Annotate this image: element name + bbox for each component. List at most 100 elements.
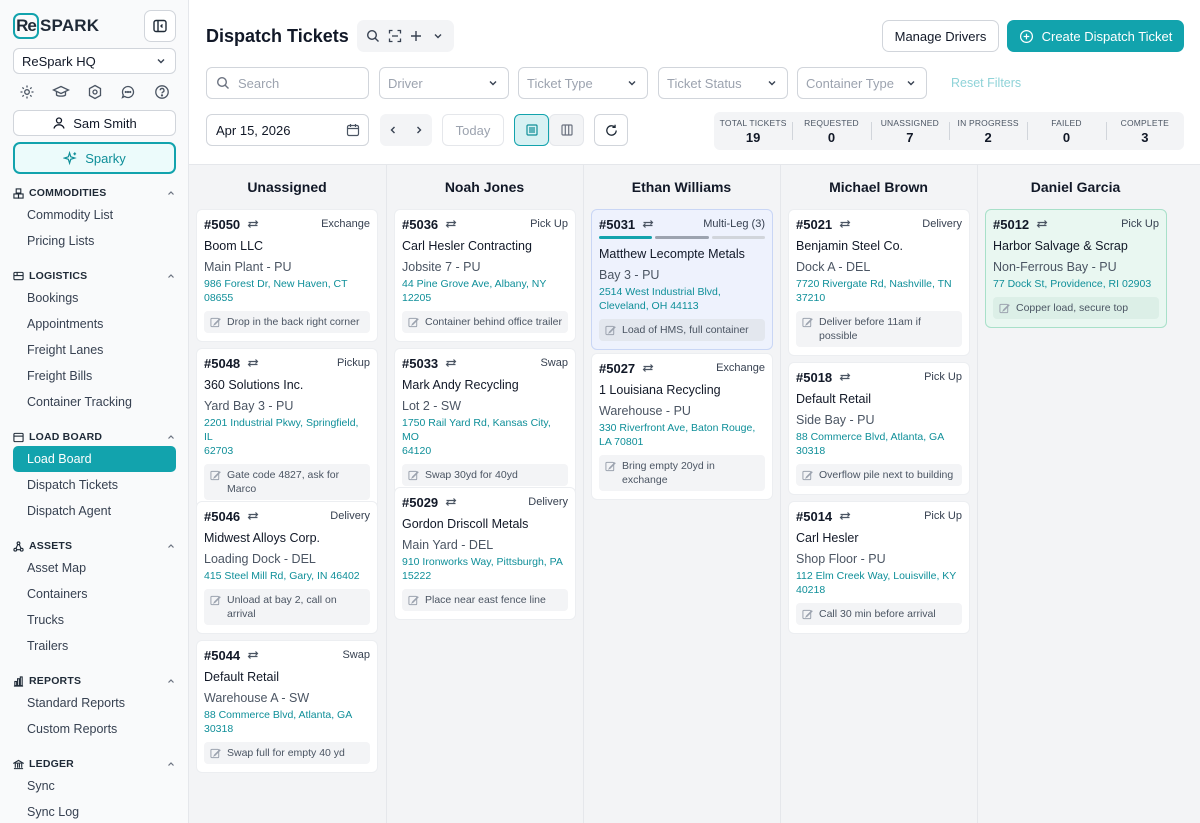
edit-note-icon <box>408 317 419 328</box>
dispatch-ticket-card[interactable]: #5036 Pick Up Carl Hesler Contracting Jo… <box>394 209 576 342</box>
card-header: #5050 Exchange <box>204 217 370 232</box>
site-address[interactable]: 986 Forest Dr, New Haven, CT 08655 <box>204 277 370 305</box>
nav-section-commodities[interactable]: COMMODITIES <box>13 184 176 202</box>
customer-name: Default Retail <box>796 392 872 406</box>
gear-icon[interactable] <box>18 81 36 103</box>
dispatch-ticket-card[interactable]: #5012 Pick Up Harbor Salvage & Scrap Non… <box>985 209 1167 328</box>
site-address[interactable]: 88 Commerce Blvd, Atlanta, GA 30318 <box>204 708 370 736</box>
nav-item-standard-reports[interactable]: Standard Reports <box>13 690 176 716</box>
next-day-button[interactable] <box>413 124 425 136</box>
nav-item-freight-bills[interactable]: Freight Bills <box>13 363 176 389</box>
dispatch-ticket-card[interactable]: #5046 Delivery Midwest Alloys Corp. Load… <box>196 501 378 634</box>
site-address[interactable]: 415 Steel Mill Rd, Gary, IN 46402 <box>204 569 370 583</box>
nav-item-sync-log[interactable]: Sync Log <box>13 799 176 823</box>
nav-item-load-board[interactable]: Load Board <box>13 446 176 472</box>
address-line: 30318 <box>796 445 826 457</box>
scan-icon[interactable] <box>386 27 404 45</box>
user-profile-button[interactable]: Sam Smith <box>13 110 176 136</box>
dispatch-ticket-card[interactable]: #5027 Exchange 1 Louisiana Recycling War… <box>591 353 773 500</box>
site-address[interactable]: 1750 Rail Yard Rd, Kansas City, MO 64120 <box>402 416 568 458</box>
address-line: 986 Forest Dr, New Haven, CT <box>204 278 348 290</box>
nav-section-reports[interactable]: REPORTS <box>13 672 176 690</box>
edit-note-icon <box>210 317 221 328</box>
site-address[interactable]: 2201 Industrial Pkwy, Springfield, IL 627… <box>204 416 370 458</box>
ticket-type-filter-select[interactable]: Ticket Type <box>518 67 648 99</box>
site-address[interactable]: 7720 Rivergate Rd, Nashville, TN 37210 <box>796 277 962 305</box>
organization-select[interactable]: ReSpark HQ <box>13 48 176 74</box>
nav-item-dispatch-tickets[interactable]: Dispatch Tickets <box>13 472 176 498</box>
dispatch-ticket-card[interactable]: #5033 Swap Mark Andy Recycling Lot 2 - S… <box>394 348 576 495</box>
nav-item-asset-map[interactable]: Asset Map <box>13 555 176 581</box>
manage-drivers-button[interactable]: Manage Drivers <box>882 20 999 52</box>
note-line: Marco <box>227 483 257 495</box>
nav-item-trucks[interactable]: Trucks <box>13 607 176 633</box>
nav-item-containers[interactable]: Containers <box>13 581 176 607</box>
nav-section-ledger[interactable]: LEDGER <box>13 755 176 773</box>
search-input[interactable]: Search <box>206 67 369 99</box>
nav-item-sync[interactable]: Sync <box>13 773 176 799</box>
main-navigation: COMMODITIES Commodity List Pricing Lists… <box>13 184 176 823</box>
logo[interactable]: Re SPARK <box>13 13 99 39</box>
dispatch-ticket-card[interactable]: #5048 Pickup 360 Solutions Inc. Yard Bay… <box>196 348 378 509</box>
site-address[interactable]: 2514 West Industrial Blvd, Cleveland, OH … <box>599 285 765 313</box>
nav-item-commodity-list[interactable]: Commodity List <box>13 202 176 228</box>
site-location: Lot 2 - SW <box>402 399 462 413</box>
ticket-type: Pick Up <box>924 510 962 522</box>
nav-section-title: COMMODITIES <box>29 187 107 199</box>
address-line: 88 Commerce Blvd, Atlanta, GA <box>204 709 353 721</box>
create-dispatch-ticket-button[interactable]: Create Dispatch Ticket <box>1007 20 1184 52</box>
site-address[interactable]: 88 Commerce Blvd, Atlanta, GA 30318 <box>796 430 962 458</box>
dispatch-ticket-card[interactable]: #5014 Pick Up Carl Hesler Shop Floor - P… <box>788 501 970 634</box>
chevron-down-icon[interactable] <box>429 27 447 45</box>
site-address[interactable]: 910 Ironworks Way, Pittsburgh, PA 15222 <box>402 555 568 583</box>
column-view-toggle[interactable] <box>549 114 584 146</box>
cubes-icon <box>13 187 24 199</box>
today-button[interactable]: Today <box>442 114 504 146</box>
dispatch-ticket-card[interactable]: #5031 Multi-Leg (3) Matthew Lecompte Met… <box>591 209 773 350</box>
refresh-button[interactable] <box>594 114 628 146</box>
collapse-sidebar-button[interactable] <box>144 10 176 42</box>
site-address[interactable]: 77 Dock St, Providence, RI 02903 <box>993 277 1159 291</box>
site-address[interactable]: 44 Pine Grove Ave, Albany, NY 12205 <box>402 277 568 305</box>
help-icon[interactable] <box>153 81 171 103</box>
nav-item-pricing-lists[interactable]: Pricing Lists <box>13 228 176 254</box>
nav-section-assets[interactable]: ASSETS <box>13 537 176 555</box>
site-address[interactable]: 330 Riverfront Ave, Baton Rouge, LA 70801 <box>599 421 765 449</box>
driver-filter-select[interactable]: Driver <box>379 67 509 99</box>
nav-item-dispatch-agent[interactable]: Dispatch Agent <box>13 498 176 524</box>
search-icon[interactable] <box>364 27 382 45</box>
plus-icon[interactable] <box>407 27 425 45</box>
nav-section-title: REPORTS <box>29 675 82 687</box>
note-line: Deliver before 11am if <box>819 316 921 328</box>
ticket-status-filter-select[interactable]: Ticket Status <box>658 67 788 99</box>
column-title: Ethan Williams <box>631 179 732 195</box>
nav-item-custom-reports[interactable]: Custom Reports <box>13 716 176 742</box>
nav-item-freight-lanes[interactable]: Freight Lanes <box>13 337 176 363</box>
dispatch-ticket-card[interactable]: #5050 Exchange Boom LLC Main Plant - PU … <box>196 209 378 342</box>
sidebar: Re SPARK ReSpark HQ Sam Smith Sparky COM… <box>0 0 189 823</box>
ticket-type: Pick Up <box>530 218 568 230</box>
date-picker[interactable]: Apr 15, 2026 <box>206 114 369 146</box>
nav-item-trailers[interactable]: Trailers <box>13 633 176 659</box>
previous-day-button[interactable] <box>387 124 399 136</box>
nav-section-load-board[interactable]: LOAD BOARD <box>13 428 176 446</box>
graduation-cap-icon[interactable] <box>51 81 70 103</box>
dispatch-ticket-card[interactable]: #5044 Swap Default Retail Warehouse A - … <box>196 640 378 773</box>
site-address[interactable]: 112 Elm Creek Way, Louisville, KY 40218 <box>796 569 962 597</box>
chat-icon[interactable] <box>119 81 137 103</box>
dispatch-ticket-card[interactable]: #5029 Delivery Gordon Driscoll Metals Ma… <box>394 487 576 620</box>
nav-item-bookings[interactable]: Bookings <box>13 285 176 311</box>
reset-filters-link[interactable]: Reset Filters <box>951 76 1021 90</box>
shield-icon[interactable] <box>86 81 104 103</box>
sparky-assistant-button[interactable]: Sparky <box>13 142 176 174</box>
customer-name: 360 Solutions Inc. <box>204 378 304 392</box>
nav-section-logistics[interactable]: LOGISTICS <box>13 267 176 285</box>
nav-item-container-tracking[interactable]: Container Tracking <box>13 389 176 415</box>
dispatch-ticket-card[interactable]: #5018 Pick Up Default Retail Side Bay - … <box>788 362 970 495</box>
card-id-group: #5014 <box>796 509 852 524</box>
ticket-type: Pick Up <box>1121 218 1159 230</box>
container-type-filter-select[interactable]: Container Type <box>797 67 927 99</box>
list-view-toggle[interactable] <box>514 114 549 146</box>
nav-item-appointments[interactable]: Appointments <box>13 311 176 337</box>
dispatch-ticket-card[interactable]: #5021 Delivery Benjamin Steel Co. Dock A… <box>788 209 970 356</box>
